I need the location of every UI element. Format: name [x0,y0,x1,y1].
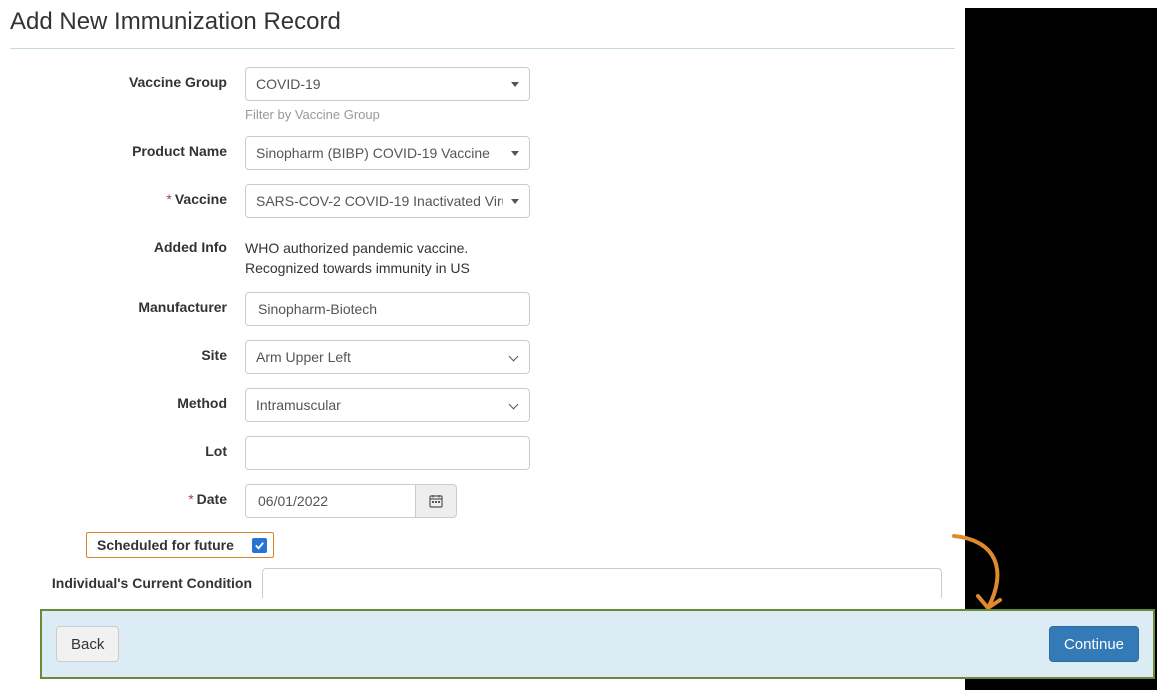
vaccine-select[interactable]: SARS-COV-2 COVID-19 Inactivated Virus [245,184,530,218]
row-manufacturer: Manufacturer [10,292,955,326]
vaccine-group-select[interactable]: COVID-19 [245,67,530,101]
scheduled-highlight: Scheduled for future [86,532,274,558]
form-panel: Vaccine Group COVID-19 Filter by Vaccine… [10,48,955,598]
scheduled-checkbox[interactable] [252,538,267,553]
caret-down-icon [511,199,519,204]
row-method: Method Intramuscular [10,388,955,422]
condition-input[interactable] [262,568,942,598]
lot-input-field[interactable] [256,444,519,462]
label-added-info: Added Info [10,232,245,255]
method-value: Intramuscular [256,397,341,413]
continue-button[interactable]: Continue [1049,626,1139,662]
vaccine-value: SARS-COV-2 COVID-19 Inactivated Virus [256,193,503,209]
row-vaccine: *Vaccine SARS-COV-2 COVID-19 Inactivated… [10,184,955,218]
lot-input[interactable] [245,436,530,470]
row-lot: Lot [10,436,955,470]
row-vaccine-group: Vaccine Group COVID-19 Filter by Vaccine… [10,67,955,122]
site-select[interactable]: Arm Upper Left [245,340,530,374]
label-method: Method [10,388,245,411]
site-value: Arm Upper Left [256,349,351,365]
manufacturer-input-field[interactable] [256,300,519,318]
check-icon [254,540,265,551]
added-info-text: WHO authorized pandemic vaccine. Recogni… [245,232,525,278]
label-manufacturer: Manufacturer [10,292,245,315]
date-input-group [245,484,457,518]
method-select[interactable]: Intramuscular [245,388,530,422]
label-lot: Lot [10,436,245,459]
row-scheduled: Scheduled for future [10,532,955,558]
row-condition: Individual's Current Condition [10,568,955,598]
label-product-name: Product Name [10,136,245,159]
product-name-value: Sinopharm (BIBP) COVID-19 Vaccine [256,145,490,161]
vaccine-group-help: Filter by Vaccine Group [245,107,530,122]
calendar-icon [429,494,443,508]
row-date: *Date [10,484,955,518]
back-button[interactable]: Back [56,626,119,662]
label-vaccine-group: Vaccine Group [10,67,245,90]
manufacturer-input[interactable] [245,292,530,326]
label-site: Site [10,340,245,363]
chevron-down-icon [509,352,519,362]
row-product-name: Product Name Sinopharm (BIBP) COVID-19 V… [10,136,955,170]
date-picker-button[interactable] [415,484,457,518]
product-name-select[interactable]: Sinopharm (BIBP) COVID-19 Vaccine [245,136,530,170]
caret-down-icon [511,82,519,87]
row-site: Site Arm Upper Left [10,340,955,374]
label-vaccine: *Vaccine [10,184,245,207]
row-added-info: Added Info WHO authorized pandemic vacci… [10,232,955,278]
page-title: Add New Immunization Record [10,8,955,36]
form-page: Add New Immunization Record Vaccine Grou… [0,8,965,598]
label-scheduled: Scheduled for future [97,537,234,553]
label-date: *Date [10,484,245,507]
label-condition: Individual's Current Condition [10,568,262,591]
chevron-down-icon [509,400,519,410]
date-input-field[interactable] [256,492,405,510]
date-input[interactable] [245,484,415,518]
vaccine-group-value: COVID-19 [256,76,321,92]
footer-action-bar: Back Continue [40,609,1155,679]
caret-down-icon [511,151,519,156]
right-black-margin [965,8,1157,690]
